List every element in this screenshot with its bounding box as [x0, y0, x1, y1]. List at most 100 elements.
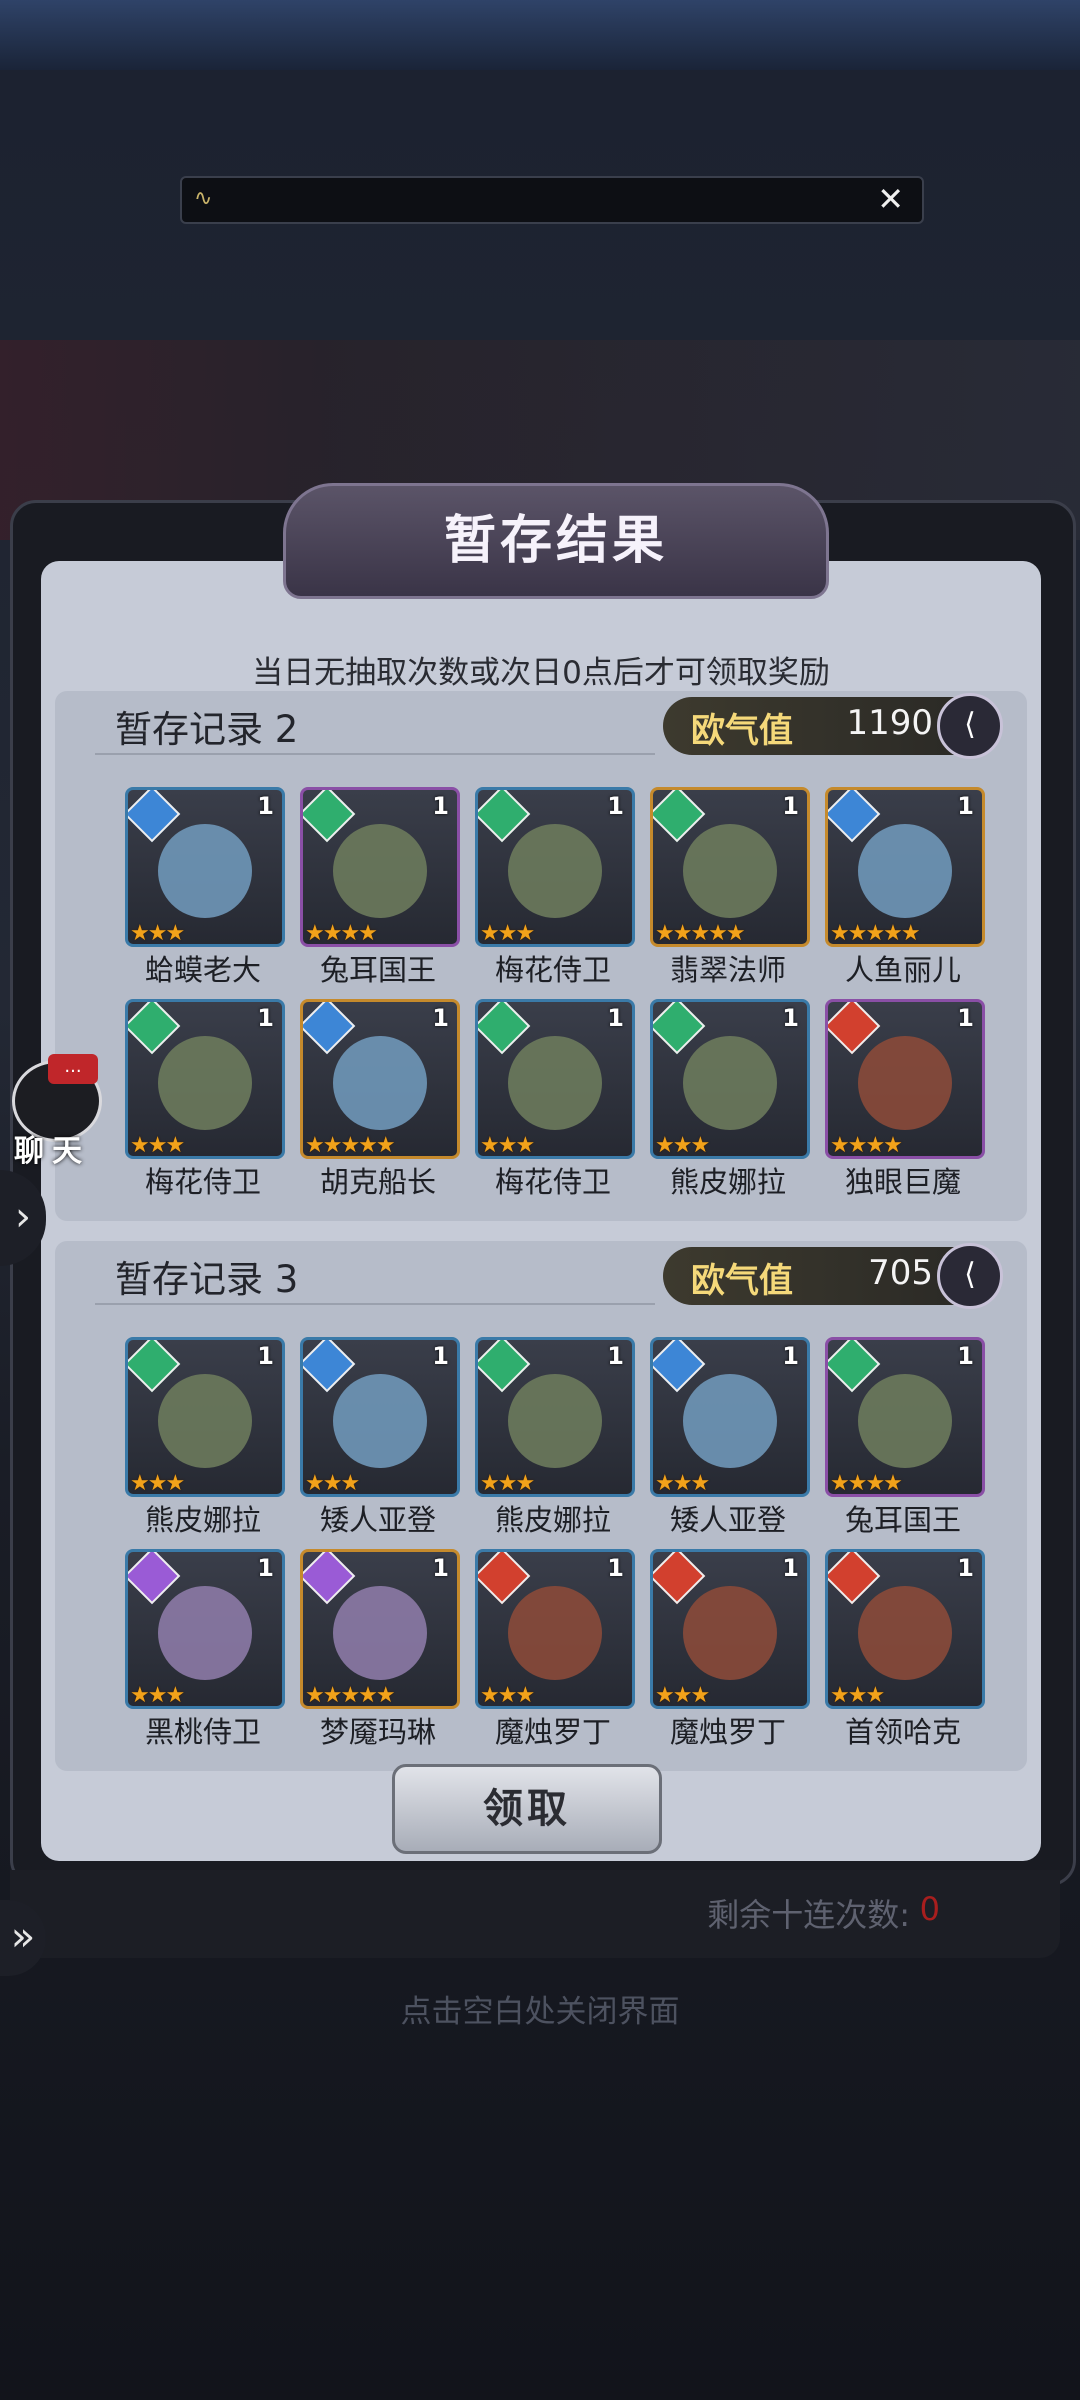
record-section-2: 暂存记录 2 欧气值 1190 ⟨ 1 ★★★ 蛤蟆老大 1 ★★★★ 兔耳国王 1 ★★★ 梅…	[55, 691, 1027, 1221]
close-hint[interactable]: 点击空白处关闭界面	[0, 1986, 1080, 2031]
hero-card[interactable]: 1 ★★★★★ 人鱼丽儿	[825, 787, 985, 987]
hero-card[interactable]: 1 ★★★★★ 胡克船长	[300, 999, 460, 1199]
nature-element-icon	[653, 790, 706, 843]
hero-name: 首领哈克	[844, 1715, 961, 1749]
hero-count: 1	[607, 1342, 624, 1370]
luck-badge: 欧气值 705	[663, 1247, 963, 1305]
star-rating: ★★★★	[830, 1133, 903, 1158]
nature-element-icon	[478, 1340, 531, 1393]
hero-portrait: 1 ★★★	[300, 1337, 460, 1497]
hero-card[interactable]: 1 ★★★★ 兔耳国王	[825, 1337, 985, 1537]
hero-face	[508, 1374, 602, 1468]
hero-card[interactable]: 1 ★★★ 首领哈克	[825, 1549, 985, 1749]
hero-name: 矮人亚登	[319, 1503, 436, 1537]
luck-label: 欧气值	[691, 1261, 793, 1301]
hero-face	[683, 1036, 777, 1130]
hero-face	[858, 1036, 952, 1130]
star-rating: ★★★★★	[305, 1133, 396, 1158]
star-rating: ★★★★	[305, 921, 378, 946]
hero-face	[333, 1586, 427, 1680]
hero-count: 1	[432, 1342, 449, 1370]
star-rating: ★★★	[655, 1133, 710, 1158]
hero-count: 1	[607, 792, 624, 820]
hero-name: 兔耳国王	[319, 953, 436, 987]
hero-card[interactable]: 1 ★★★★★ 翡翠法师	[650, 787, 810, 987]
star-rating: ★★★	[480, 1683, 535, 1708]
nature-element-icon	[303, 790, 356, 843]
water-element-icon	[653, 1340, 706, 1393]
hero-count: 1	[957, 1342, 974, 1370]
hero-card[interactable]: 1 ★★★ 魔烛罗丁	[475, 1549, 635, 1749]
hero-count: 1	[957, 792, 974, 820]
hero-card[interactable]: 1 ★★★ 魔烛罗丁	[650, 1549, 810, 1749]
chat-button[interactable]: ... 聊天	[6, 1054, 102, 1169]
hero-count: 1	[957, 1554, 974, 1582]
hero-portrait: 1 ★★★	[650, 1337, 810, 1497]
hero-portrait: 1 ★★★★	[825, 1337, 985, 1497]
hero-card[interactable]: 1 ★★★ 矮人亚登	[650, 1337, 810, 1537]
hero-face	[683, 1374, 777, 1468]
hero-count: 1	[257, 1342, 274, 1370]
water-element-icon	[303, 1002, 356, 1055]
hero-count: 1	[432, 1004, 449, 1032]
star-rating: ★★★	[655, 1683, 710, 1708]
hero-card[interactable]: 1 ★★★ 熊皮娜拉	[125, 1337, 285, 1537]
hero-count: 1	[607, 1004, 624, 1032]
hero-card[interactable]: 1 ★★★ 熊皮娜拉	[475, 1337, 635, 1537]
claim-button[interactable]: 领取	[392, 1764, 662, 1854]
hero-face	[158, 1036, 252, 1130]
hero-portrait: 1 ★★★	[125, 1337, 285, 1497]
hero-card[interactable]: 1 ★★★ 矮人亚登	[300, 1337, 460, 1537]
hero-card[interactable]: 1 ★★★★★ 梦魇玛琳	[300, 1549, 460, 1749]
hero-portrait: 1 ★★★	[650, 1549, 810, 1709]
hero-card[interactable]: 1 ★★★ 梅花侍卫	[475, 999, 635, 1199]
hero-face	[333, 1374, 427, 1468]
hero-name: 梅花侍卫	[144, 1165, 261, 1199]
hero-card[interactable]: 1 ★★★ 蛤蟆老大	[125, 787, 285, 987]
hero-face	[158, 1374, 252, 1468]
star-rating: ★★★	[655, 1471, 710, 1496]
moon-element-icon	[128, 1552, 181, 1605]
top-strip: ∿ ✕	[180, 176, 924, 224]
hero-face	[333, 1036, 427, 1130]
star-rating: ★★★★	[830, 1471, 903, 1496]
water-element-icon	[128, 790, 181, 843]
panel-title: 暂存结果	[443, 511, 668, 571]
hero-count: 1	[607, 1554, 624, 1582]
nature-element-icon	[128, 1002, 181, 1055]
share-icon[interactable]: ⟨	[937, 693, 1003, 759]
hero-card[interactable]: 1 ★★★★ 兔耳国王	[300, 787, 460, 987]
hero-face	[333, 824, 427, 918]
hero-count: 1	[432, 792, 449, 820]
share-icon[interactable]: ⟨	[937, 1243, 1003, 1309]
scroll-icon: ∿	[194, 186, 213, 211]
hero-card[interactable]: 1 ★★★ 黑桃侍卫	[125, 1549, 285, 1749]
hero-name: 兔耳国王	[844, 1503, 961, 1537]
hero-portrait: 1 ★★★★★	[300, 1549, 460, 1709]
hero-count: 1	[957, 1004, 974, 1032]
hero-portrait: 1 ★★★★★	[300, 999, 460, 1159]
hero-card[interactable]: 1 ★★★★ 独眼巨魔	[825, 999, 985, 1199]
hero-card[interactable]: 1 ★★★ 梅花侍卫	[475, 787, 635, 987]
star-rating: ★★★★★	[655, 921, 746, 946]
hero-count: 1	[782, 1342, 799, 1370]
results-panel: 当日无抽取次数或次日0点后才可领取奖励 暂存记录 2 欧气值 1190 ⟨ 1 ★…	[10, 483, 1076, 1886]
hero-count: 1	[432, 1554, 449, 1582]
hero-count: 1	[257, 1004, 274, 1032]
hero-face	[158, 824, 252, 918]
star-rating: ★★★	[130, 1683, 185, 1708]
hero-face	[858, 1586, 952, 1680]
hero-card[interactable]: 1 ★★★ 熊皮娜拉	[650, 999, 810, 1199]
hero-name: 魔烛罗丁	[669, 1715, 786, 1749]
hero-face	[683, 824, 777, 918]
hero-card[interactable]: 1 ★★★ 梅花侍卫	[125, 999, 285, 1199]
hero-portrait: 1 ★★★	[475, 999, 635, 1159]
nature-element-icon	[828, 1340, 881, 1393]
hero-face	[508, 1586, 602, 1680]
star-rating: ★★★	[130, 1471, 185, 1496]
hero-count: 1	[257, 1554, 274, 1582]
nature-element-icon	[653, 1002, 706, 1055]
hero-face	[158, 1586, 252, 1680]
hero-face	[858, 1374, 952, 1468]
close-icon[interactable]: ✕	[877, 180, 904, 218]
